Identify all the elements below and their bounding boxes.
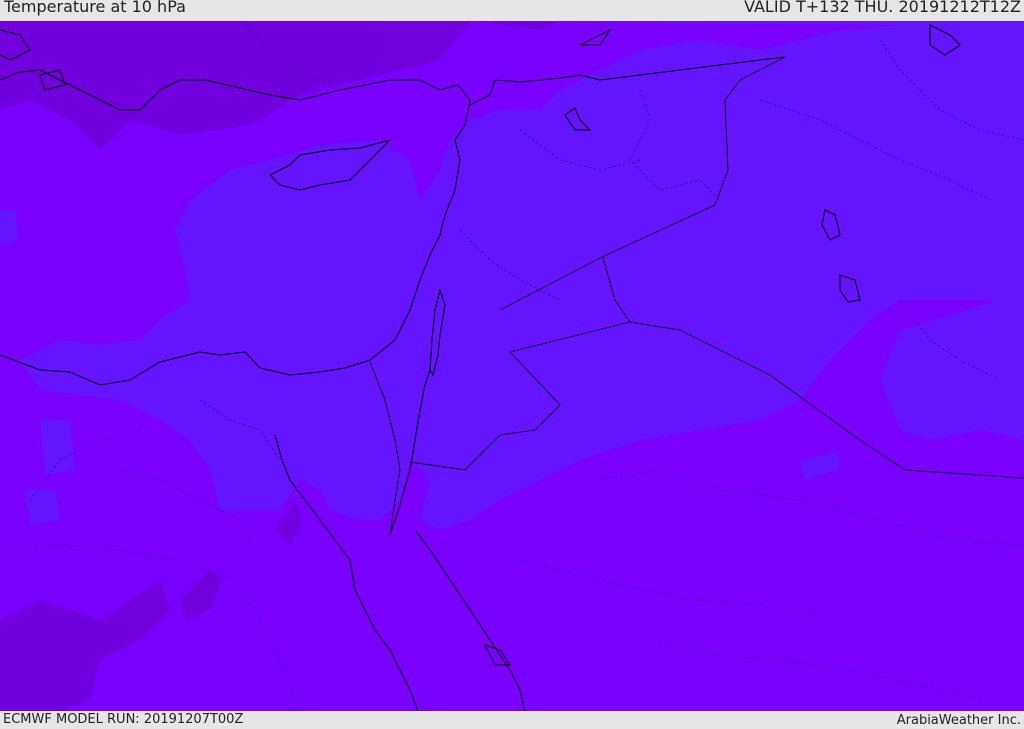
valid-time: VALID T+132 THU. 20191212T12Z [744,0,1021,16]
model-run-label: ECMWF MODEL RUN: 20191207T00Z [3,712,244,727]
map-canvas[interactable] [0,21,1024,711]
header-bar: Temperature at 10 hPa VALID T+132 THU. 2… [0,0,1024,21]
weather-map-viewer: Temperature at 10 hPa VALID T+132 THU. 2… [0,0,1024,729]
footer-bar: ECMWF MODEL RUN: 20191207T00Z ArabiaWeat… [0,711,1024,729]
temperature-map [0,21,1024,711]
credit-label: ArabiaWeather Inc. [896,713,1021,728]
map-title: Temperature at 10 hPa [4,0,186,16]
